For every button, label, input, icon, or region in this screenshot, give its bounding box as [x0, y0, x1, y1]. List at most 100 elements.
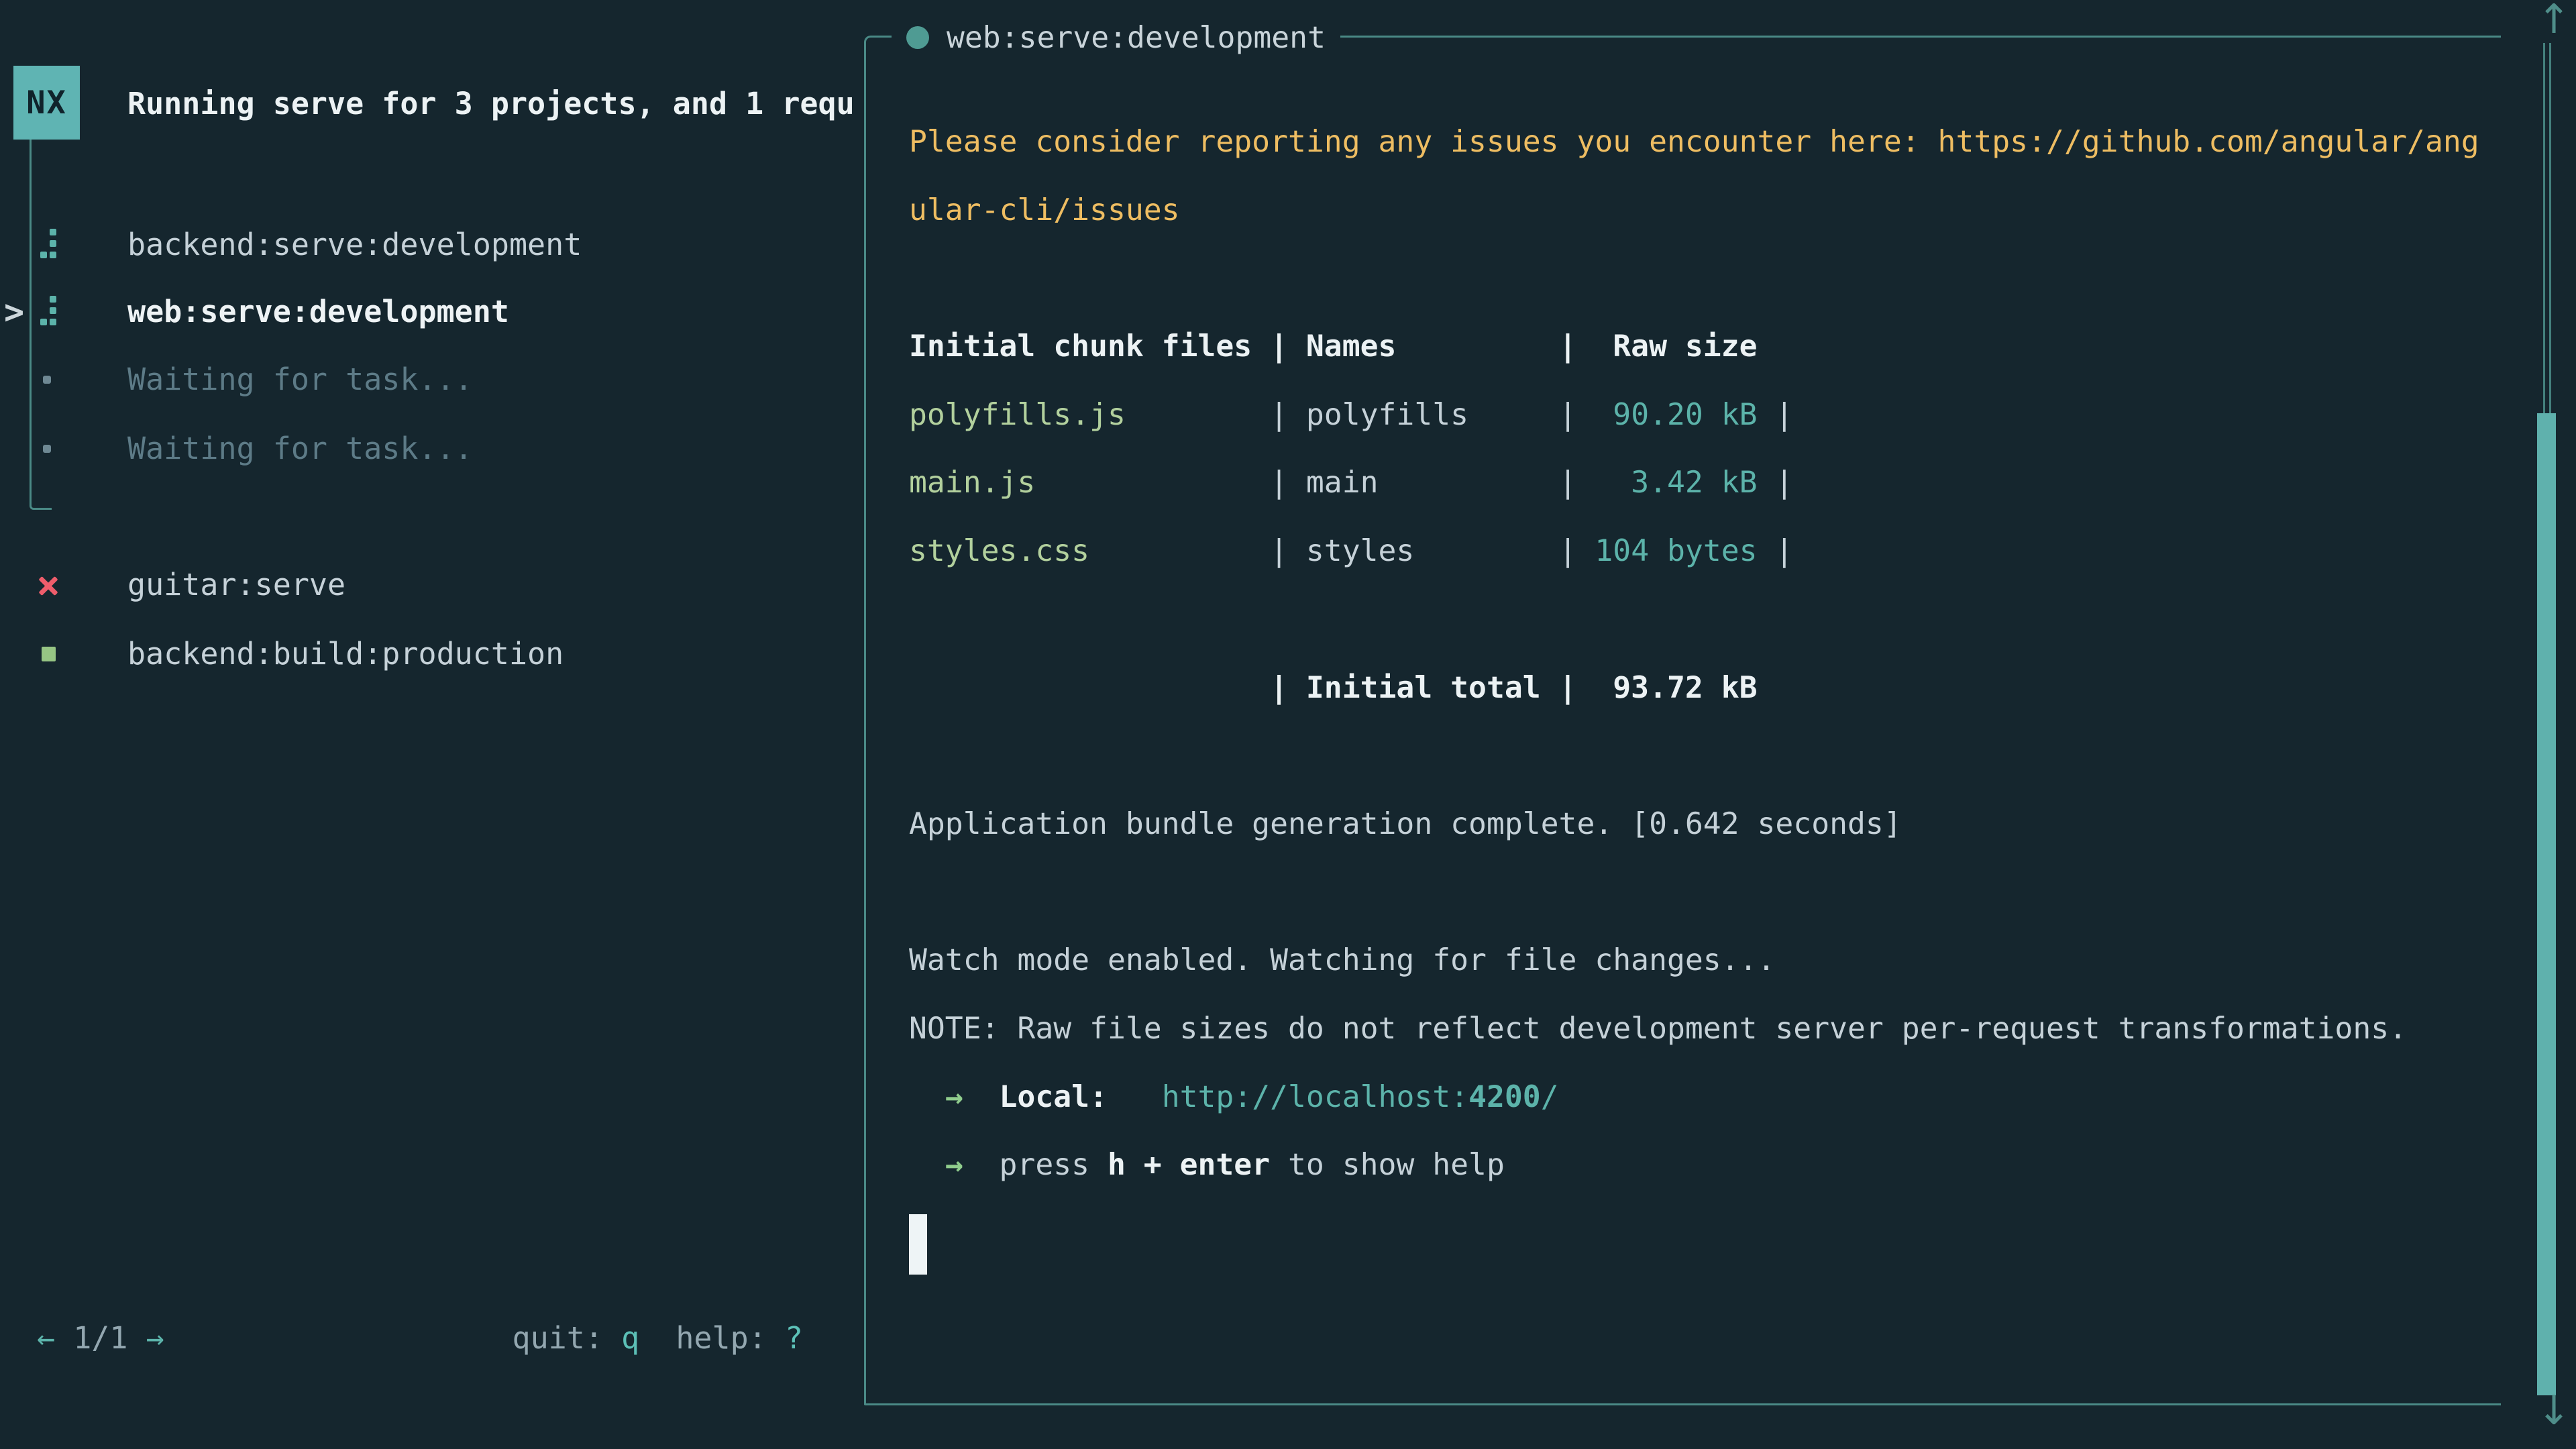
terminal-line: [909, 1199, 2479, 1268]
selection-chevron-icon: >: [4, 278, 24, 346]
terminal-text-segment: →: [945, 1147, 963, 1182]
terminal-text-segment: 3.42 kB: [1595, 465, 1757, 500]
terminal-text-segment: to show help: [1270, 1147, 1505, 1182]
terminal-line: ular-cli/issues: [909, 176, 2479, 245]
terminal-text-segment: |: [1758, 397, 1794, 432]
terminal-line: | Initial total | 93.72 kB: [909, 654, 2479, 722]
task-label: Waiting for task...: [127, 415, 473, 483]
terminal-text-segment: |: [1414, 533, 1595, 568]
terminal-output: Please consider reporting any issues you…: [909, 108, 2479, 1268]
terminal-text-segment: | Initial total | 93.72 kB: [1270, 670, 1757, 705]
terminal-text-segment: |: [1379, 465, 1595, 500]
url-link[interactable]: http://localhost:: [1162, 1079, 1468, 1114]
terminal-line: Watch mode enabled. Watching for file ch…: [909, 926, 2479, 995]
terminal-text-segment: [1108, 1079, 1162, 1114]
nx-logo: NX: [13, 66, 80, 140]
terminal-text-segment: polyfills: [1306, 397, 1468, 432]
terminal-text-segment: [909, 670, 1270, 705]
terminal-line: [909, 722, 2479, 790]
running-status-bullet-icon: [906, 26, 929, 49]
output-panel-title: web:serve:development: [892, 3, 1340, 72]
task-label: guitar:serve: [127, 551, 345, 619]
output-panel: web:serve:development Please consider re…: [864, 36, 2501, 1405]
terminal-line: [909, 244, 2479, 313]
task-label: web:serve:development: [127, 278, 509, 346]
terminal-text-segment: Watch mode enabled. Watching for file ch…: [909, 943, 1775, 977]
nx-tui-screen: NX Running serve for 3 projects, and 1 r…: [0, 0, 2576, 1449]
spinner-icon: [40, 296, 56, 327]
task-row[interactable]: backend:serve:development: [0, 211, 864, 279]
spinner-icon: [40, 229, 56, 260]
terminal-text-segment: NOTE: Raw file sizes do not reflect deve…: [909, 1011, 2407, 1046]
waiting-dot-icon: [43, 445, 51, 453]
terminal-text-segment: main: [1306, 465, 1379, 500]
terminal-line: NOTE: Raw file sizes do not reflect deve…: [909, 995, 2479, 1063]
task-label: backend:serve:development: [127, 211, 582, 279]
terminal-line: [909, 859, 2479, 927]
terminal-text-segment: →: [945, 1079, 963, 1114]
terminal-text-segment: |: [1758, 533, 1794, 568]
terminal-line: main.js | main | 3.42 kB |: [909, 449, 2479, 517]
terminal-text-segment: ular-cli/issues: [909, 193, 1180, 227]
terminal-text-segment: styles.css: [909, 533, 1089, 568]
task-row[interactable]: Waiting for task...: [0, 345, 864, 414]
pager: ← 1/1 →: [37, 1304, 164, 1373]
success-square-icon: [42, 647, 56, 661]
terminal-text-segment: [909, 1079, 945, 1114]
task-label: Waiting for task...: [127, 345, 473, 414]
app-title: Running serve for 3 projects, and 1 requ: [127, 70, 864, 138]
scroll-up-icon[interactable]: ↑: [2537, 0, 2557, 40]
terminal-line: [909, 586, 2479, 654]
terminal-text-segment: |: [1468, 397, 1595, 432]
terminal-line: → Local: http://localhost:4200/: [909, 1063, 2479, 1132]
pager-prev-icon[interactable]: ←: [37, 1320, 55, 1356]
terminal-line: styles.css | styles | 104 bytes |: [909, 517, 2479, 586]
hotkeys-bar: quit: q help: ?: [513, 1304, 804, 1373]
cursor-block: [909, 1214, 927, 1275]
terminal-text-segment: 90.20 kB: [1595, 397, 1757, 432]
scroll-down-icon[interactable]: ↓: [2537, 1390, 2557, 1432]
terminal-text-segment: styles: [1306, 533, 1414, 568]
terminal-text-segment: h + enter: [1108, 1147, 1270, 1182]
terminal-text-segment: |: [1089, 533, 1306, 568]
terminal-text-segment: [963, 1147, 1000, 1182]
task-row[interactable]: backend:build:production: [0, 620, 864, 688]
hotkey-help-key: ?: [785, 1320, 803, 1356]
terminal-text-segment: Application bundle generation complete. …: [909, 806, 1902, 841]
task-row[interactable]: guitar:serve: [0, 551, 864, 619]
terminal-line: → press h + enter to show help: [909, 1131, 2479, 1199]
pager-page-label: 1/1: [55, 1320, 146, 1356]
task-row[interactable]: Waiting for task...: [0, 415, 864, 483]
task-row[interactable]: > web:serve:development: [0, 278, 864, 346]
hotkey-quit-key: q: [621, 1320, 639, 1356]
terminal-line: Please consider reporting any issues you…: [909, 108, 2479, 176]
hotkey-quit-label: quit:: [513, 1320, 603, 1356]
hotkey-help-label: help:: [676, 1320, 766, 1356]
error-x-icon: [38, 575, 59, 596]
terminal-text-segment: [909, 1147, 945, 1182]
scrollbar: ↑ ↓: [2537, 0, 2557, 1449]
terminal-text-segment: press: [1000, 1147, 1108, 1182]
pager-next-icon[interactable]: →: [146, 1320, 164, 1356]
terminal-line: polyfills.js | polyfills | 90.20 kB |: [909, 381, 2479, 449]
terminal-line: Application bundle generation complete. …: [909, 790, 2479, 859]
terminal-text-segment: [963, 1079, 1000, 1114]
url-link[interactable]: 4200: [1468, 1079, 1541, 1114]
terminal-line: Initial chunk files | Names | Raw size: [909, 313, 2479, 381]
terminal-text-segment: |: [1758, 465, 1794, 500]
terminal-text-segment: Please consider reporting any issues you…: [909, 124, 2479, 159]
terminal-text-segment: main.js: [909, 465, 1035, 500]
terminal-text-segment: Initial chunk files | Names | Raw size: [909, 329, 1758, 364]
scrollbar-track[interactable]: [2543, 43, 2551, 413]
terminal-text-segment: 104 bytes: [1595, 533, 1757, 568]
terminal-text-segment: |: [1035, 465, 1306, 500]
output-panel-title-text: web:serve:development: [947, 20, 1326, 55]
scrollbar-thumb[interactable]: [2537, 413, 2556, 1395]
task-label: backend:build:production: [127, 620, 564, 688]
terminal-text-segment: |: [1126, 397, 1306, 432]
terminal-text-segment: polyfills.js: [909, 397, 1126, 432]
url-link[interactable]: /: [1541, 1079, 1559, 1114]
terminal-text-segment: Local:: [1000, 1079, 1108, 1114]
waiting-dot-icon: [43, 376, 51, 384]
task-list-panel: NX Running serve for 3 projects, and 1 r…: [0, 0, 864, 1449]
